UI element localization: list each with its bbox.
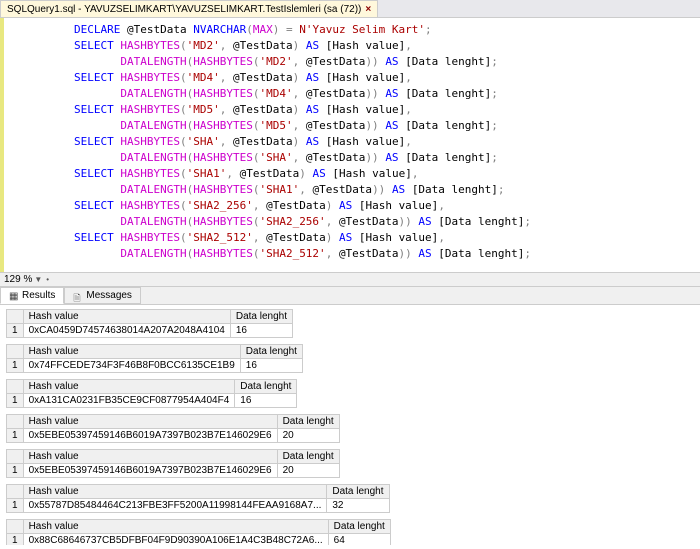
zoom-bar: 129 % ▼ • — [0, 272, 700, 287]
row-number: 1 — [7, 534, 24, 546]
len-value[interactable]: 20 — [277, 464, 339, 478]
corner-cell — [7, 520, 24, 534]
col-len[interactable]: Data lenght — [327, 485, 389, 499]
corner-cell — [7, 415, 24, 429]
len-value[interactable]: 20 — [277, 429, 339, 443]
result-table: Hash valueData lenght10xCA0459D745746380… — [6, 309, 293, 338]
result-block: Hash valueData lenght10x88C68646737CB5DF… — [6, 519, 694, 545]
file-tab[interactable]: SQLQuery1.sql - YAVUZSELIMKART\YAVUZSELI… — [0, 0, 378, 17]
col-hash[interactable]: Hash value — [23, 345, 240, 359]
results-pane[interactable]: Hash valueData lenght10xCA0459D745746380… — [0, 305, 700, 545]
tab-results[interactable]: Results — [0, 287, 64, 304]
chevron-down-icon[interactable]: ▼ — [34, 275, 42, 284]
row-number: 1 — [7, 394, 24, 408]
table-row[interactable]: 10x5EBE05397459146B6019A7397B023B7E14602… — [7, 464, 340, 478]
result-block: Hash valueData lenght10x74FFCEDE734F3F46… — [6, 344, 694, 373]
result-table: Hash valueData lenght10x88C68646737CB5DF… — [6, 519, 391, 545]
hash-value[interactable]: 0x74FFCEDE734F3F46B8F0BCC6135CE1B9 — [23, 359, 240, 373]
len-value[interactable]: 16 — [230, 324, 292, 338]
row-number: 1 — [7, 499, 24, 513]
hash-value[interactable]: 0x5EBE05397459146B6019A7397B023B7E146029… — [23, 429, 277, 443]
result-table: Hash valueData lenght10x55787D85484464C2… — [6, 484, 390, 513]
result-tabs: Results Messages — [0, 287, 700, 305]
row-number: 1 — [7, 324, 24, 338]
hash-value[interactable]: 0xCA0459D74574638014A207A2048A4104 — [23, 324, 230, 338]
corner-cell — [7, 485, 24, 499]
len-value[interactable]: 32 — [327, 499, 389, 513]
len-value[interactable]: 16 — [240, 359, 302, 373]
col-len[interactable]: Data lenght — [235, 380, 297, 394]
table-row[interactable]: 10x74FFCEDE734F3F46B8F0BCC6135CE1B916 — [7, 359, 303, 373]
corner-cell — [7, 450, 24, 464]
tab-messages[interactable]: Messages — [64, 287, 141, 304]
result-table: Hash valueData lenght10x74FFCEDE734F3F46… — [6, 344, 303, 373]
table-row[interactable]: 10x5EBE05397459146B6019A7397B023B7E14602… — [7, 429, 340, 443]
row-number: 1 — [7, 429, 24, 443]
close-icon[interactable]: × — [365, 4, 371, 15]
len-value[interactable]: 16 — [235, 394, 297, 408]
sql-editor[interactable]: DECLARE @TestData NVARCHAR(MAX) = N'Yavu… — [0, 18, 700, 272]
table-row[interactable]: 10x55787D85484464C213FBE3FF5200A11998144… — [7, 499, 390, 513]
result-table: Hash valueData lenght10xA131CA0231FB35CE… — [6, 379, 297, 408]
col-hash[interactable]: Hash value — [23, 450, 277, 464]
len-value[interactable]: 64 — [328, 534, 390, 546]
col-hash[interactable]: Hash value — [23, 485, 327, 499]
hash-value[interactable]: 0x88C68646737CB5DFBF04F9D90390A106E1A4C3… — [23, 534, 328, 546]
tab-bar: SQLQuery1.sql - YAVUZSELIMKART\YAVUZSELI… — [0, 0, 700, 18]
result-block: Hash valueData lenght10xCA0459D745746380… — [6, 309, 694, 338]
hash-value[interactable]: 0xA131CA0231FB35CE9CF0877954A404F4 — [23, 394, 235, 408]
tab-title: SQLQuery1.sql - YAVUZSELIMKART\YAVUZSELI… — [7, 4, 361, 15]
col-len[interactable]: Data lenght — [328, 520, 390, 534]
table-row[interactable]: 10x88C68646737CB5DFBF04F9D90390A106E1A4C… — [7, 534, 391, 546]
result-table: Hash valueData lenght10x5EBE05397459146B… — [6, 449, 340, 478]
col-len[interactable]: Data lenght — [230, 310, 292, 324]
zoom-level[interactable]: 129 % — [4, 274, 32, 285]
col-hash[interactable]: Hash value — [23, 520, 328, 534]
tab-messages-label: Messages — [86, 290, 132, 301]
tab-results-label: Results — [22, 290, 55, 301]
hash-value[interactable]: 0x5EBE05397459146B6019A7397B023B7E146029… — [23, 464, 277, 478]
hash-value[interactable]: 0x55787D85484464C213FBE3FF5200A11998144F… — [23, 499, 327, 513]
corner-cell — [7, 345, 24, 359]
table-row[interactable]: 10xA131CA0231FB35CE9CF0877954A404F416 — [7, 394, 297, 408]
corner-cell — [7, 310, 24, 324]
result-block: Hash valueData lenght10x5EBE05397459146B… — [6, 449, 694, 478]
corner-cell — [7, 380, 24, 394]
col-hash[interactable]: Hash value — [23, 415, 277, 429]
result-block: Hash valueData lenght10xA131CA0231FB35CE… — [6, 379, 694, 408]
col-len[interactable]: Data lenght — [277, 450, 339, 464]
grid-icon — [9, 291, 19, 301]
messages-icon — [73, 291, 83, 301]
col-len[interactable]: Data lenght — [240, 345, 302, 359]
bullet-icon: • — [46, 275, 49, 284]
result-table: Hash valueData lenght10x5EBE05397459146B… — [6, 414, 340, 443]
col-hash[interactable]: Hash value — [23, 380, 235, 394]
row-number: 1 — [7, 359, 24, 373]
table-row[interactable]: 10xCA0459D74574638014A207A2048A410416 — [7, 324, 293, 338]
result-block: Hash valueData lenght10x55787D85484464C2… — [6, 484, 694, 513]
col-len[interactable]: Data lenght — [277, 415, 339, 429]
result-block: Hash valueData lenght10x5EBE05397459146B… — [6, 414, 694, 443]
row-number: 1 — [7, 464, 24, 478]
col-hash[interactable]: Hash value — [23, 310, 230, 324]
